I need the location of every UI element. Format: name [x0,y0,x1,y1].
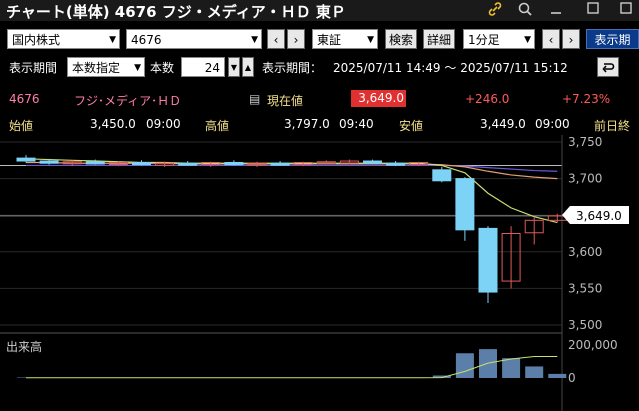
volume-series: 200,000 0 [17,338,618,385]
period-label: 表示期間 [9,61,58,75]
current-price-tag-text: 3,649.0 [576,209,622,223]
count-label: 本数 [150,61,175,75]
document-icon: ▤ [249,92,261,106]
low-value: 3,449.0 [480,117,526,131]
volume-bar [455,353,474,378]
quote-code: 4676 [9,92,40,106]
market-select[interactable]: 国内株式 ▼ [7,29,120,49]
candle-body [132,161,151,166]
search-icon[interactable] [516,1,534,19]
period-mode-select[interactable]: 本数指定 ▼ [67,57,145,77]
chart-grid [0,135,563,411]
chevron-down-icon: ▼ [367,35,374,45]
change-percent: +7.23% [562,92,611,106]
low-time: 09:00 [535,117,570,131]
candle-body [270,162,290,166]
volume-bar [548,373,567,378]
price-tick-label: 3,700 [568,172,602,186]
detail-button[interactable]: 詳細 [423,29,455,49]
volume-bar [502,358,521,378]
interval-select-value: 1分足 [468,33,500,47]
chevron-down-icon: ▼ [524,35,531,45]
volume-ma-line [26,356,558,379]
volume-tick-label: 0 [568,371,576,385]
change-value: +246.0 [465,92,510,106]
count-input[interactable]: 24 [181,57,225,77]
interval-select[interactable]: 1分足 ▼ [463,29,535,49]
current-label: 現在値 [267,94,304,108]
price-tick-label: 3,500 [568,318,602,332]
display-period-button[interactable]: 表示期 [586,29,639,49]
price-tick-label: 3,600 [568,245,602,259]
range-label: 表示期間： [262,61,323,75]
interval-prev-button[interactable]: ‹ [542,29,560,49]
prev-close-label: 前日終 [594,119,631,133]
volume-label: 出来高 [6,339,42,354]
moving-average-lines [25,158,558,224]
exchange-select[interactable]: 東証 ▼ [312,29,378,49]
close-icon[interactable] [617,1,635,19]
chevron-down-icon: ▼ [251,35,258,45]
open-value: 3,450.0 [90,117,136,131]
candle-body [224,161,244,166]
candle-body [432,169,452,182]
candle-body [455,178,475,231]
market-select-value: 国内株式 [12,33,61,47]
candle-body [363,160,382,164]
candle-body [16,157,36,162]
window-title: チャート(単体) 4676 フジ・メディア・ＨＤ 東Ｐ [6,3,346,21]
prev-button[interactable]: ‹ [267,29,285,49]
search-button[interactable]: 検索 [385,29,417,49]
price-axis-ticks: 3,7503,7003,6503,6003,5503,500 [568,135,602,332]
low-label: 安値 [399,119,424,133]
refresh-icon[interactable] [597,57,619,77]
candle-body [178,162,198,166]
chevron-down-icon: ▼ [134,63,141,73]
current-price: 3,649.0 [351,90,406,107]
toolbar: 国内株式 ▼ 4676 ▼ ‹ › 東証 ▼ 検索 詳細 1分足 ▼ ‹ › 表示期 [0,25,639,53]
quote-name: フジ･メディア･ＨＤ [74,94,182,108]
open-label: 始値 [9,119,34,133]
candle-body [386,162,406,166]
high-value: 3,797.0 [284,117,330,131]
maximize-icon[interactable] [584,1,602,19]
period-row: 表示期間 本数指定 ▼ 本数 24 ▼ ▲ 表示期間： 2025/07/11 14… [0,53,639,81]
candlestick-series [16,155,567,304]
code-input-value: 4676 [131,33,162,47]
candle-body [39,160,59,164]
high-time: 09:40 [339,117,374,131]
current-price-tag: 3,649.0 [562,206,629,224]
next-button[interactable]: › [287,29,305,49]
volume-bar [525,366,544,378]
minimize-icon[interactable] [547,1,565,19]
price-chart[interactable]: 3,7503,7003,6503,6003,5503,500 200,0000 … [0,135,639,411]
count-down-icon[interactable]: ▼ [228,57,240,77]
volume-tick-label: 200,000 [568,338,618,352]
candle-body [85,161,105,165]
price-tick-label: 3,750 [568,135,602,149]
high-label: 高値 [205,119,230,133]
period-mode-value: 本数指定 [72,61,121,75]
open-time: 09:00 [146,117,181,131]
count-up-icon[interactable]: ▲ [242,57,254,77]
link-icon[interactable] [486,1,504,19]
chevron-down-icon: ▼ [109,35,116,45]
price-tick-label: 3,550 [568,281,602,295]
interval-next-button[interactable]: › [562,29,580,49]
candle-body [478,227,498,293]
exchange-select-value: 東証 [317,33,342,47]
ma-short-line [25,158,558,224]
code-input[interactable]: 4676 ▼ [126,29,262,49]
ma-long2-line [26,164,558,172]
range-value: 2025/07/11 14:49 ～ 2025/07/11 15:12 [333,61,568,75]
